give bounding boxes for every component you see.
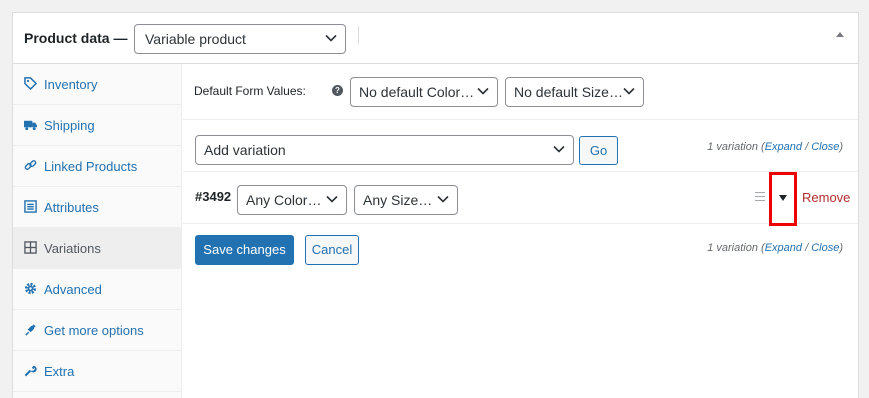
variation-color-select[interactable]: Any Color… [237,185,347,215]
list-icon [24,200,37,213]
panel-title: Product data — [24,30,128,46]
tab-extra[interactable]: Extra [13,351,181,392]
help-icon[interactable]: ? [332,85,343,96]
variation-count-text: 1 variation [707,141,758,153]
chevron-down-icon [326,195,338,203]
expand-link[interactable]: Expand [765,141,802,153]
default-color-select[interactable]: No default Color… [350,77,498,107]
variation-size-value: Any Size… [363,192,433,208]
variation-size-select[interactable]: Any Size… [354,185,458,215]
link-separator: / [802,141,812,153]
default-color-value: No default Color… [359,84,475,100]
save-changes-button[interactable]: Save changes [195,235,294,265]
save-row: Save changes Cancel 1 variation (Expand … [183,224,858,276]
remove-variation-link[interactable]: Remove [802,190,850,205]
close-link[interactable]: Close [811,141,839,153]
chevron-down-icon [553,145,565,153]
header-divider [358,26,359,44]
tab-shipping[interactable]: Shipping [13,105,181,146]
tab-linked-products[interactable]: Linked Products [13,146,181,187]
drag-handle-icon[interactable] [755,192,765,201]
paren-close: ) [839,141,843,153]
panel-header: Product data — Variable product [13,13,858,64]
product-type-select[interactable]: Variable product [134,24,346,54]
truck-icon [24,120,37,131]
go-button[interactable]: Go [579,136,618,165]
variation-id: #3492 [195,189,232,204]
collapse-panel-icon[interactable] [836,32,844,37]
tab-label: Variations [44,241,101,256]
tab-label: Extra [44,364,75,379]
tab-label: Shipping [44,118,95,133]
chevron-down-icon [477,87,489,95]
variation-count-text: 1 variation [707,242,758,254]
chevron-down-icon [437,195,449,203]
expand-variation-icon[interactable] [779,195,787,201]
add-variation-row: Add variation Go 1 variation (Expand / C… [183,120,858,172]
cancel-button[interactable]: Cancel [305,235,359,265]
tab-attributes[interactable]: Attributes [13,187,181,228]
default-form-values-row: Default Form Values: ? No default Color…… [183,64,858,120]
tag-icon [24,77,37,90]
add-variation-value: Add variation [204,142,286,158]
gear-icon [24,282,37,295]
tab-advanced[interactable]: Advanced [13,269,181,310]
variation-row: #3492 Any Color… Any Size… Remove [183,172,858,226]
link-separator: / [802,242,812,254]
tab-label: Attributes [44,200,99,215]
chevron-down-icon [325,34,337,42]
paren-close: ) [839,242,843,254]
tab-get-more-options[interactable]: Get more options [13,310,181,351]
variation-count-bottom: 1 variation (Expand / Close) [707,242,843,254]
grid-icon [24,241,37,254]
wrench-icon [24,365,37,377]
tab-label: Advanced [44,282,102,297]
tab-label: Get more options [44,323,144,338]
expand-link[interactable]: Expand [765,242,802,254]
chevron-down-icon [623,87,635,95]
variation-count-top: 1 variation (Expand / Close) [707,141,843,153]
tab-label: Inventory [44,77,98,92]
variations-panel: Default Form Values: ? No default Color…… [183,64,858,398]
product-data-panel: Product data — Variable product Inventor… [12,12,859,398]
add-variation-select[interactable]: Add variation [195,135,574,165]
plugin-icon [25,324,36,336]
tab-variations[interactable]: Variations [13,228,181,269]
tab-inventory[interactable]: Inventory [13,64,181,105]
link-icon [24,160,37,170]
product-type-value: Variable product [145,31,246,47]
close-link[interactable]: Close [811,242,839,254]
default-size-select[interactable]: No default Size… [505,77,644,107]
default-size-value: No default Size… [514,84,623,100]
variation-color-value: Any Color… [246,192,322,208]
default-form-values-label: Default Form Values: [194,84,306,98]
product-data-tabs: Inventory Shipping Linked Products Attri… [13,64,182,398]
tab-label: Linked Products [44,159,138,174]
